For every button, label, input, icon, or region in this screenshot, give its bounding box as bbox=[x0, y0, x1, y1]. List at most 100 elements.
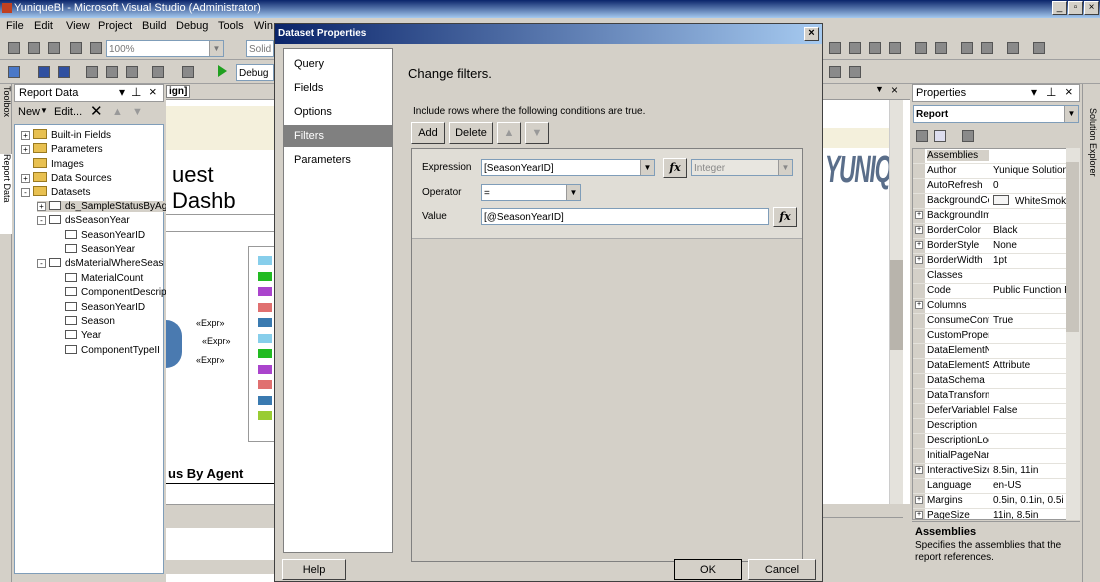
property-value[interactable]: False bbox=[993, 405, 1067, 416]
nav-options[interactable]: Options bbox=[284, 101, 392, 123]
paste-icon[interactable] bbox=[126, 66, 138, 78]
menu-debug[interactable]: Debug bbox=[176, 20, 208, 32]
tree-item[interactable]: SeasonYearID bbox=[53, 301, 145, 313]
property-row[interactable]: + BorderWidth 1pt bbox=[913, 254, 1067, 269]
tree-item[interactable]: SeasonYear bbox=[53, 243, 135, 255]
bring-front-icon[interactable] bbox=[981, 42, 993, 54]
format-icon[interactable] bbox=[90, 42, 102, 54]
property-row[interactable]: + BackgroundIma bbox=[913, 209, 1067, 224]
property-row[interactable]: DataElementNa bbox=[913, 344, 1067, 359]
property-value[interactable]: 0 bbox=[993, 180, 1067, 191]
toolbox-tab[interactable]: Toolbox bbox=[0, 86, 12, 146]
menu-edit[interactable]: Edit bbox=[34, 20, 53, 32]
undo-icon[interactable] bbox=[152, 66, 164, 78]
h-scrollbar-right[interactable] bbox=[823, 504, 903, 518]
tree-item[interactable]: Year bbox=[53, 329, 101, 341]
property-row[interactable]: DataTransform bbox=[913, 389, 1067, 404]
property-value[interactable]: Yunique Solution bbox=[993, 165, 1067, 176]
move-up-button[interactable]: ▲ bbox=[497, 122, 521, 144]
align-tops-icon[interactable] bbox=[889, 42, 901, 54]
make-same-width-icon[interactable] bbox=[915, 42, 927, 54]
move-down-icon[interactable]: ▼ bbox=[132, 106, 143, 118]
value-fx-button[interactable]: fx bbox=[773, 207, 797, 227]
expand-icon[interactable]: + bbox=[21, 145, 30, 155]
align-lefts-icon[interactable] bbox=[829, 42, 841, 54]
spacing-icon[interactable] bbox=[961, 42, 973, 54]
pin-icon[interactable]: ⊥ bbox=[1046, 85, 1056, 99]
align-icon[interactable] bbox=[8, 42, 20, 54]
start-debug-icon[interactable] bbox=[218, 65, 227, 77]
value-input[interactable]: [@SeasonYearID] bbox=[481, 208, 769, 225]
property-row[interactable]: + Margins 0.5in, 0.1in, 0.5i bbox=[913, 494, 1067, 509]
tree-item[interactable]: ComponentTypeII bbox=[53, 344, 160, 356]
property-value[interactable]: Black bbox=[993, 225, 1067, 236]
tree-item[interactable]: ComponentDescrip bbox=[53, 286, 167, 298]
operator-combo[interactable]: = ▼ bbox=[481, 184, 581, 201]
close-panel-icon[interactable]: × bbox=[1065, 84, 1073, 99]
pin-icon[interactable]: ⊥ bbox=[131, 85, 141, 99]
cut-icon[interactable] bbox=[86, 66, 98, 78]
property-row[interactable]: + BorderColor Black bbox=[913, 224, 1067, 239]
property-row[interactable]: Assemblies bbox=[913, 149, 1067, 164]
tree-item[interactable]: - Datasets bbox=[21, 186, 90, 198]
property-value[interactable]: 1pt bbox=[993, 255, 1067, 266]
expand-icon[interactable]: + bbox=[915, 211, 923, 219]
tree-item[interactable]: Season bbox=[53, 315, 115, 327]
vertical-scrollbar[interactable] bbox=[889, 100, 903, 504]
property-row[interactable]: BackgroundCol WhiteSmok bbox=[913, 194, 1067, 209]
vertical-spacing-icon[interactable] bbox=[849, 66, 861, 78]
nav-parameters[interactable]: Parameters bbox=[284, 149, 392, 171]
filter-row[interactable]: Expression [SeasonYearID] ▼ fx Integer ▼ O… bbox=[412, 149, 802, 239]
menu-tools[interactable]: Tools bbox=[218, 20, 244, 32]
type-combo[interactable]: Integer ▼ bbox=[691, 159, 793, 176]
copy-icon[interactable] bbox=[106, 66, 118, 78]
collapse-icon[interactable]: - bbox=[37, 258, 46, 268]
menu-view[interactable]: View bbox=[66, 20, 90, 32]
make-same-height-icon[interactable] bbox=[935, 42, 947, 54]
property-row[interactable]: Classes bbox=[913, 269, 1067, 284]
property-value[interactable]: Attribute bbox=[993, 360, 1067, 371]
categorized-icon[interactable] bbox=[916, 130, 928, 142]
property-row[interactable]: Code Public Function F bbox=[913, 284, 1067, 299]
nav-filters[interactable]: Filters bbox=[284, 125, 392, 147]
property-pages-icon[interactable] bbox=[962, 130, 974, 142]
property-value[interactable]: WhiteSmok bbox=[993, 195, 1067, 207]
close-panel-icon[interactable]: × bbox=[149, 84, 157, 99]
solution-explorer-tab[interactable]: Solution Explorer bbox=[1086, 108, 1098, 188]
align-rights-icon[interactable] bbox=[869, 42, 881, 54]
align-centers-icon[interactable] bbox=[849, 42, 861, 54]
order-icon[interactable] bbox=[1033, 42, 1045, 54]
collapse-icon[interactable]: - bbox=[37, 215, 46, 225]
collapse-icon[interactable]: - bbox=[21, 188, 30, 198]
new-project-icon[interactable] bbox=[8, 66, 20, 78]
tree-item[interactable]: - dsMaterialWhereSeas bbox=[37, 257, 163, 269]
delete-filter-button[interactable]: Delete bbox=[449, 122, 493, 144]
property-row[interactable]: + BorderStyle None bbox=[913, 239, 1067, 254]
help-button[interactable]: Help bbox=[282, 559, 346, 580]
minimize-button[interactable]: _ bbox=[1052, 1, 1067, 15]
property-row[interactable]: DeferVariableE False bbox=[913, 404, 1067, 419]
alphabetical-icon[interactable] bbox=[934, 130, 946, 142]
property-row[interactable]: + InteractiveSize 8.5in, 11in bbox=[913, 464, 1067, 479]
cancel-button[interactable]: Cancel bbox=[748, 559, 816, 580]
configuration-combo[interactable]: Debug bbox=[236, 64, 274, 81]
grid-spacing-icon[interactable] bbox=[829, 66, 841, 78]
property-row[interactable]: + Columns bbox=[913, 299, 1067, 314]
new-menu-button[interactable]: New bbox=[18, 106, 40, 118]
zoom-combo[interactable]: 100% ▼ bbox=[106, 40, 224, 57]
expand-icon[interactable]: + bbox=[915, 466, 923, 474]
indent-icon[interactable] bbox=[48, 42, 60, 54]
tree-item[interactable]: + Built-in Fields bbox=[21, 129, 111, 141]
expand-icon[interactable]: + bbox=[915, 496, 923, 504]
property-row[interactable]: Language en-US bbox=[913, 479, 1067, 494]
expand-icon[interactable]: + bbox=[915, 301, 923, 309]
property-row[interactable]: Author Yunique Solution bbox=[913, 164, 1067, 179]
tab-design[interactable]: ign] bbox=[166, 85, 191, 98]
property-row[interactable]: AutoRefresh 0 bbox=[913, 179, 1067, 194]
send-back-icon[interactable] bbox=[1007, 42, 1019, 54]
dropdown-icon[interactable]: ▾ bbox=[1031, 85, 1037, 99]
expand-icon[interactable]: + bbox=[915, 241, 923, 249]
tree-item[interactable]: + ds_SampleStatusByAg bbox=[37, 200, 168, 212]
expand-icon[interactable]: + bbox=[915, 226, 923, 234]
expand-icon[interactable]: + bbox=[915, 256, 923, 264]
